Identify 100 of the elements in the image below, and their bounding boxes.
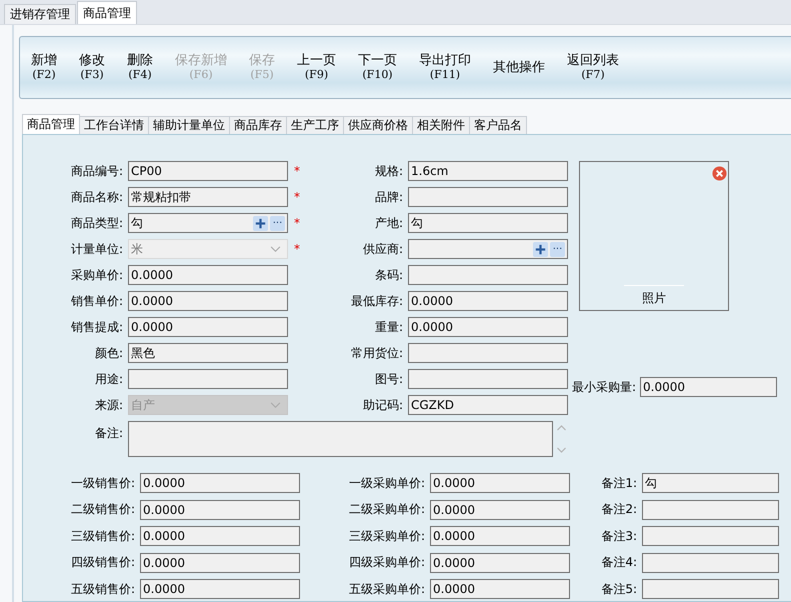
required-mark: * <box>293 216 301 230</box>
text-field[interactable] <box>642 500 779 520</box>
tab[interactable]: 工作台详情 <box>79 116 149 134</box>
text-field[interactable]: 0.0000 <box>430 473 570 493</box>
text-field[interactable] <box>642 552 779 572</box>
text-field[interactable] <box>642 526 779 546</box>
chevron-down-icon <box>270 246 281 252</box>
text-field[interactable]: 0.0000 <box>408 291 568 311</box>
picker-field[interactable]: 勾 ... <box>128 213 288 233</box>
text-field[interactable]: 0.0000 <box>430 526 570 546</box>
field-label: 助记码: <box>362 396 404 414</box>
field-label: 条码: <box>374 266 404 284</box>
text-area[interactable] <box>128 421 553 457</box>
text-field[interactable]: 0.0000 <box>128 317 288 337</box>
tab[interactable]: 生产工序 <box>286 116 344 134</box>
text-field[interactable] <box>408 187 568 207</box>
toolbar-button[interactable]: 删除 (F4) <box>122 54 158 82</box>
field-label: 一级采购单价: <box>348 474 426 492</box>
text-field[interactable]: 0.0000 <box>128 291 288 311</box>
text-field[interactable]: 0.0000 <box>140 500 300 520</box>
text-field[interactable]: 0.0000 <box>140 526 300 546</box>
field-label: 最低库存: <box>350 292 404 310</box>
tab[interactable]: 辅助计量单位 <box>148 116 230 134</box>
text-field[interactable] <box>408 369 568 389</box>
text-field[interactable]: 勾 <box>408 213 568 233</box>
field-label: 常用货位: <box>350 344 404 362</box>
text-field[interactable]: 0.0000 <box>140 552 300 572</box>
field-label: 备注5: <box>600 580 638 598</box>
field-label: 二级销售价: <box>70 501 136 518</box>
add-icon[interactable] <box>253 216 268 230</box>
field-label: 来源: <box>94 396 124 414</box>
text-field[interactable]: 0.0000 <box>140 579 300 599</box>
toolbar-button[interactable]: 下一页 (F10) <box>353 54 402 82</box>
tab[interactable]: 供应商价格 <box>343 116 413 134</box>
field-label: 三级销售价: <box>70 528 136 544</box>
chevron-down-icon <box>270 402 281 408</box>
browse-button[interactable]: ... <box>550 242 565 256</box>
toolbar-button[interactable]: 上一页 (F9) <box>292 54 341 82</box>
field-label: 销售单价: <box>70 292 124 310</box>
field-label: 一级销售价: <box>70 474 136 492</box>
text-field[interactable]: 0.0000 <box>408 317 568 337</box>
text-field[interactable]: 0.0000 <box>640 377 778 397</box>
text-field[interactable]: 0.0000 <box>128 265 288 285</box>
text-field[interactable]: CP00 <box>128 161 288 181</box>
text-field[interactable]: 0.0000 <box>430 552 570 572</box>
field-label: 三级采购单价: <box>348 528 426 544</box>
field-label: 商品类型: <box>70 214 124 232</box>
field-label: 销售提成: <box>70 318 124 336</box>
field-label: 备注3: <box>600 528 638 544</box>
close-icon[interactable] <box>712 166 727 181</box>
tab[interactable]: 商品管理 <box>22 114 80 134</box>
field-label: 产地: <box>374 214 404 232</box>
field-label: 商品名称: <box>70 188 124 206</box>
add-icon[interactable] <box>533 242 548 256</box>
text-field[interactable]: 常规粘扣带 <box>128 187 288 207</box>
text-field[interactable]: 0.0000 <box>430 579 570 599</box>
toolbar-button[interactable]: 新增 (F2) <box>26 54 62 82</box>
tab[interactable]: 商品库存 <box>229 116 287 134</box>
field-label: 采购单价: <box>70 266 124 284</box>
dropdown-field[interactable]: 米 <box>128 239 288 259</box>
field-label: 重量: <box>374 318 404 336</box>
field-label: 图号: <box>374 370 404 388</box>
field-label: 五级销售价: <box>70 580 136 598</box>
field-label: 备注: <box>94 425 124 442</box>
toolbar-button[interactable]: 修改 (F3) <box>74 54 110 82</box>
text-field[interactable] <box>128 369 288 389</box>
field-label: 备注4: <box>600 554 638 571</box>
picker-field[interactable]: ... <box>408 239 568 259</box>
text-field[interactable] <box>408 343 568 363</box>
text-field[interactable]: 0.0000 <box>430 500 570 520</box>
field-label: 供应商: <box>362 240 404 258</box>
field-label: 四级采购单价: <box>348 554 426 571</box>
required-mark: * <box>293 164 301 178</box>
field-label: 备注1: <box>600 474 638 492</box>
field-label: 颜色: <box>94 344 124 362</box>
browse-button[interactable]: ... <box>270 216 285 230</box>
field-label: 最小采购量: <box>572 378 638 396</box>
field-label: 品牌: <box>374 188 404 206</box>
text-field[interactable]: 0.0000 <box>140 473 300 493</box>
text-field[interactable]: 勾 <box>642 473 779 493</box>
toolbar-button[interactable]: 导出打印 (F11) <box>414 54 476 82</box>
module-tab[interactable]: 商品管理 <box>77 1 137 24</box>
field-label: 商品编号: <box>70 162 124 180</box>
tab[interactable]: 相关附件 <box>412 116 470 134</box>
toolbar-button[interactable]: 其他操作 <box>488 60 550 74</box>
field-label: 四级销售价: <box>70 554 136 571</box>
module-tab[interactable]: 进销存管理 <box>4 4 76 24</box>
text-field[interactable]: 1.6cm <box>408 161 568 181</box>
tab[interactable]: 客户品名 <box>469 116 527 134</box>
text-field[interactable] <box>642 579 779 599</box>
field-label: 二级采购单价: <box>348 501 426 518</box>
toolbar-button[interactable]: 返回列表 (F7) <box>562 54 624 82</box>
photo-label: 照片 <box>642 290 666 307</box>
text-field[interactable] <box>408 265 568 285</box>
field-label: 五级采购单价: <box>348 580 426 598</box>
text-field[interactable]: CGZKD <box>408 395 568 415</box>
required-mark: * <box>293 242 301 256</box>
field-label: 备注2: <box>600 501 638 518</box>
text-field[interactable]: 黑色 <box>128 343 288 363</box>
field-label: 计量单位: <box>70 240 124 258</box>
